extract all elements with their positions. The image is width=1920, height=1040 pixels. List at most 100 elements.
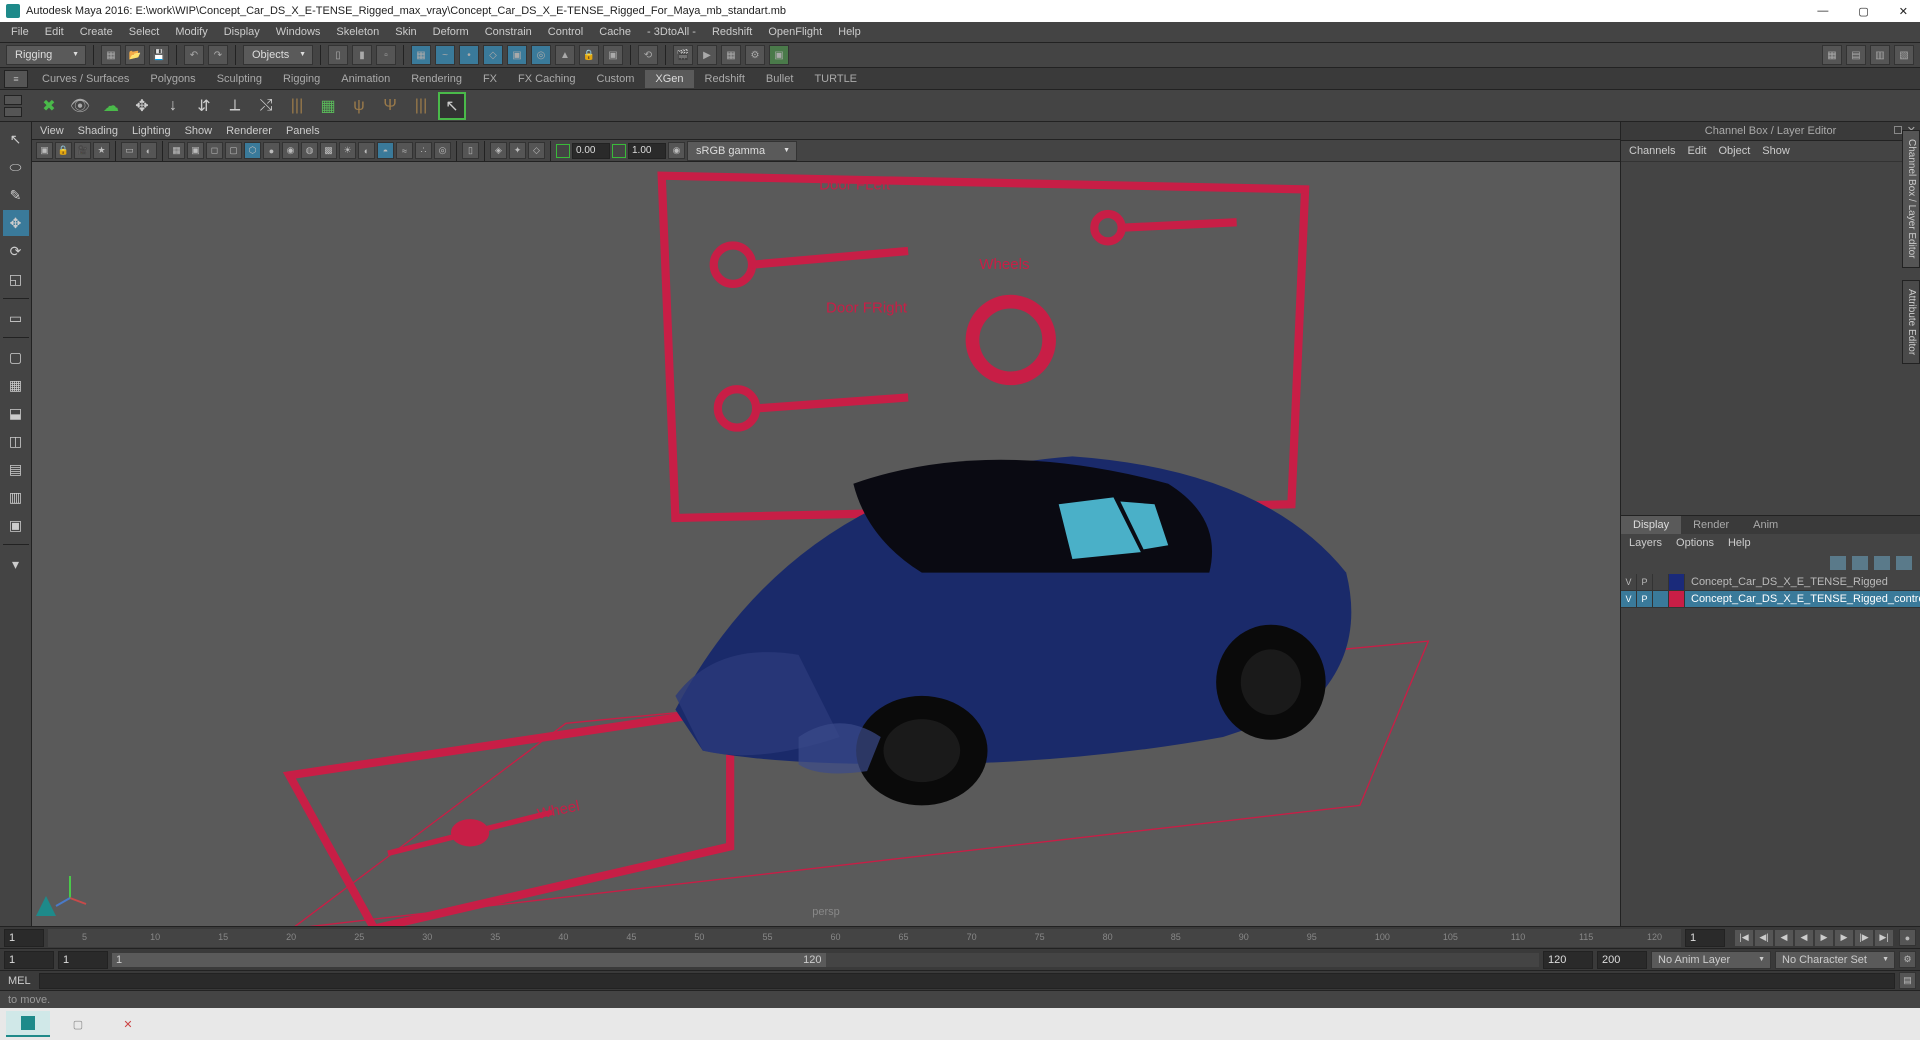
colorspace-dropdown[interactable]: sRGB gamma bbox=[687, 141, 797, 161]
move-layer-up-icon[interactable] bbox=[1830, 556, 1846, 570]
shelf-tab-fx[interactable]: FX bbox=[473, 70, 507, 88]
toggle-tool-settings-icon[interactable]: ▥ bbox=[1870, 45, 1890, 65]
step-back-key-icon[interactable]: ◀| bbox=[1755, 930, 1773, 946]
gamma-toggle-icon[interactable] bbox=[612, 144, 626, 158]
shelf-tab-polygons[interactable]: Polygons bbox=[140, 70, 205, 88]
ao-icon[interactable]: ◓ bbox=[377, 142, 394, 159]
panel-menu-shading[interactable]: Shading bbox=[78, 125, 118, 137]
shadows-icon[interactable]: ◐ bbox=[358, 142, 375, 159]
layer-menu-layers[interactable]: Layers bbox=[1629, 537, 1662, 549]
taskbar-maya-icon[interactable] bbox=[6, 1011, 50, 1037]
shelf-tab-redshift[interactable]: Redshift bbox=[695, 70, 755, 88]
textured-icon[interactable]: ▩ bbox=[320, 142, 337, 159]
bookmarks-icon[interactable]: ★ bbox=[93, 142, 110, 159]
render-sequence-icon[interactable]: ▦ bbox=[721, 45, 741, 65]
step-back-icon[interactable]: ◀ bbox=[1775, 930, 1793, 946]
xgen-selection-icon[interactable]: ↖ bbox=[438, 92, 466, 120]
create-layer-from-selected-icon[interactable] bbox=[1896, 556, 1912, 570]
snap-point-icon[interactable]: • bbox=[459, 45, 479, 65]
layout-three-bottom-icon[interactable]: ▥ bbox=[3, 484, 29, 510]
time-slider[interactable]: 1 51015202530354045505560657075808590951… bbox=[0, 926, 1920, 948]
shelf-tab-rendering[interactable]: Rendering bbox=[401, 70, 472, 88]
minimize-button[interactable]: — bbox=[1811, 5, 1834, 18]
toggle-modeling-toolkit-icon[interactable]: ▦ bbox=[1822, 45, 1842, 65]
layer-tab-anim[interactable]: Anim bbox=[1741, 516, 1790, 534]
exposure-field[interactable] bbox=[572, 143, 610, 159]
select-by-component-icon[interactable]: ▫ bbox=[376, 45, 396, 65]
xgen-clump-icon[interactable]: ψ bbox=[345, 92, 373, 120]
layer-menu-help[interactable]: Help bbox=[1728, 537, 1751, 549]
wireframe-icon[interactable]: ⬡ bbox=[244, 142, 261, 159]
layer-color-swatch[interactable] bbox=[1669, 591, 1685, 607]
layout-two-side-icon[interactable]: ◫ bbox=[3, 428, 29, 454]
maximize-button[interactable]: ▢ bbox=[1852, 5, 1874, 18]
move-layer-down-icon[interactable] bbox=[1852, 556, 1868, 570]
depth-of-field-icon[interactable]: ◎ bbox=[434, 142, 451, 159]
side-tab-channel-box[interactable]: Channel Box / Layer Editor bbox=[1902, 130, 1920, 268]
move-tool[interactable]: ✥ bbox=[3, 210, 29, 236]
command-input[interactable] bbox=[39, 973, 1895, 989]
layout-outliner-icon[interactable]: ▣ bbox=[3, 512, 29, 538]
layer-visibility-toggle[interactable]: V bbox=[1621, 591, 1637, 607]
shelf-tab-xgen[interactable]: XGen bbox=[645, 70, 693, 88]
range-slider-bar[interactable]: 1120 bbox=[112, 953, 1539, 967]
rotate-tool[interactable]: ⟳ bbox=[3, 238, 29, 264]
create-empty-layer-icon[interactable] bbox=[1874, 556, 1890, 570]
animation-prefs-icon[interactable]: ⚙ bbox=[1899, 951, 1916, 968]
shelf-tab-bullet[interactable]: Bullet bbox=[756, 70, 804, 88]
gamma-field[interactable] bbox=[628, 143, 666, 159]
xgen-groom-icon[interactable]: Ψ bbox=[376, 92, 404, 120]
shelf-editor-icon[interactable] bbox=[4, 95, 22, 105]
smooth-shade-icon[interactable]: ● bbox=[263, 142, 280, 159]
lock-selection-icon[interactable]: 🔒 bbox=[579, 45, 599, 65]
xgen-toggle-guide-icon[interactable]: ⟂ bbox=[221, 92, 249, 120]
layout-custom-icon[interactable]: ▾ bbox=[3, 551, 29, 577]
wireframe-on-shaded-icon[interactable]: ◍ bbox=[301, 142, 318, 159]
xgen-open-icon[interactable]: 👁 bbox=[66, 92, 94, 120]
cb-menu-edit[interactable]: Edit bbox=[1687, 145, 1706, 157]
menu-skin[interactable]: Skin bbox=[388, 24, 423, 40]
panel-menu-show[interactable]: Show bbox=[185, 125, 213, 137]
current-frame-field-right[interactable]: 1 bbox=[1685, 929, 1725, 947]
layout-single-icon[interactable]: ▢ bbox=[3, 344, 29, 370]
xgen-density-brush-icon[interactable]: ||| bbox=[283, 92, 311, 120]
layer-row[interactable]: VPConcept_Car_DS_X_E_TENSE_Rigged_contro… bbox=[1621, 591, 1920, 608]
shelf-tab-curves-surfaces[interactable]: Curves / Surfaces bbox=[32, 70, 139, 88]
layer-tab-display[interactable]: Display bbox=[1621, 516, 1681, 534]
menu--dtoall-[interactable]: - 3DtoAll - bbox=[640, 24, 703, 40]
time-slider-track[interactable]: 5101520253035404550556065707580859095100… bbox=[48, 929, 1681, 947]
two-side-lighting-icon[interactable]: ◐ bbox=[140, 142, 157, 159]
open-scene-icon[interactable]: 📂 bbox=[125, 45, 145, 65]
side-tab-attribute-editor[interactable]: Attribute Editor bbox=[1902, 280, 1920, 364]
render-settings-icon[interactable]: ⚙ bbox=[745, 45, 765, 65]
paint-select-tool[interactable]: ✎ bbox=[3, 182, 29, 208]
film-gate-icon[interactable]: ▣ bbox=[187, 142, 204, 159]
playback-end-field[interactable]: 120 bbox=[1543, 951, 1593, 969]
layout-two-stacked-icon[interactable]: ⬓ bbox=[3, 400, 29, 426]
image-plane-icon[interactable]: ▭ bbox=[121, 142, 138, 159]
layer-menu-options[interactable]: Options bbox=[1676, 537, 1714, 549]
render-view-icon[interactable]: ▣ bbox=[769, 45, 789, 65]
shelf-tab-turtle[interactable]: TURTLE bbox=[804, 70, 867, 88]
current-frame-field-left[interactable]: 1 bbox=[4, 929, 44, 947]
scale-tool[interactable]: ◱ bbox=[3, 266, 29, 292]
shelf-tab-fx-caching[interactable]: FX Caching bbox=[508, 70, 585, 88]
exposure-toggle-icon[interactable] bbox=[556, 144, 570, 158]
xgen-flip-guide-icon[interactable]: ⤭ bbox=[252, 92, 280, 120]
gate-mask-icon[interactable]: ▢ bbox=[225, 142, 242, 159]
xray-components-icon[interactable]: ◇ bbox=[528, 142, 545, 159]
panel-menu-lighting[interactable]: Lighting bbox=[132, 125, 171, 137]
cb-menu-show[interactable]: Show bbox=[1762, 145, 1790, 157]
select-camera-icon[interactable]: ▣ bbox=[36, 142, 53, 159]
menu-modify[interactable]: Modify bbox=[168, 24, 214, 40]
view-transform-icon[interactable]: ◉ bbox=[668, 142, 685, 159]
shelf-tab-custom[interactable]: Custom bbox=[587, 70, 645, 88]
snap-view-icon[interactable]: ▣ bbox=[507, 45, 527, 65]
menu-help[interactable]: Help bbox=[831, 24, 868, 40]
go-to-start-icon[interactable]: |◀ bbox=[1735, 930, 1753, 946]
anim-layer-dropdown[interactable]: No Anim Layer bbox=[1651, 951, 1771, 969]
snap-live-icon[interactable]: ◎ bbox=[531, 45, 551, 65]
xgen-length-icon[interactable]: ||| bbox=[407, 92, 435, 120]
snap-grid-icon[interactable]: ▦ bbox=[411, 45, 431, 65]
taskbar-window-icon[interactable]: ▢ bbox=[56, 1011, 100, 1037]
